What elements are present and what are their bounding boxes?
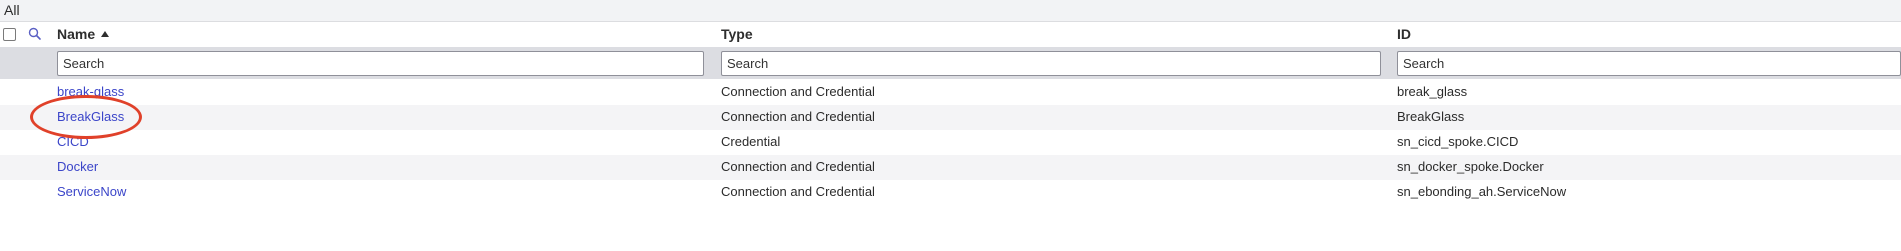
row-type: Connection and Credential bbox=[721, 184, 875, 199]
table-row: ServiceNow Connection and Credential sn_… bbox=[0, 180, 1901, 205]
name-search-input[interactable] bbox=[57, 51, 704, 76]
row-id: break_glass bbox=[1397, 84, 1468, 99]
id-search-input[interactable] bbox=[1397, 51, 1901, 76]
column-filter-row bbox=[0, 47, 1901, 79]
type-search-input[interactable] bbox=[721, 51, 1381, 76]
row-name-link[interactable]: Docker bbox=[57, 159, 98, 174]
row-name-link[interactable]: BreakGlass bbox=[57, 109, 124, 124]
breadcrumb-all[interactable]: All bbox=[4, 2, 20, 18]
row-id: sn_cicd_spoke.CICD bbox=[1397, 134, 1519, 149]
table-row: CICD Credential sn_cicd_spoke.CICD bbox=[0, 130, 1901, 155]
row-type: Connection and Credential bbox=[721, 109, 875, 124]
row-name-link[interactable]: break-glass bbox=[57, 84, 124, 99]
column-header-row: Name Type ID bbox=[0, 22, 1901, 47]
row-type: Credential bbox=[721, 134, 781, 149]
breadcrumb: All bbox=[0, 0, 1901, 22]
sort-ascending-icon bbox=[101, 31, 110, 37]
row-name-link[interactable]: CICD bbox=[57, 134, 89, 149]
row-id: sn_ebonding_ah.ServiceNow bbox=[1397, 184, 1567, 199]
column-header-name[interactable]: Name bbox=[57, 26, 110, 42]
column-header-name-label: Name bbox=[57, 26, 96, 42]
row-id: sn_docker_spoke.Docker bbox=[1397, 159, 1544, 174]
column-header-id[interactable]: ID bbox=[1397, 26, 1411, 42]
row-id: BreakGlass bbox=[1397, 109, 1465, 124]
row-name-link[interactable]: ServiceNow bbox=[57, 184, 126, 199]
table-row: BreakGlass Connection and Credential Bre… bbox=[0, 105, 1901, 130]
row-type: Connection and Credential bbox=[721, 159, 875, 174]
row-type: Connection and Credential bbox=[721, 84, 875, 99]
column-header-type[interactable]: Type bbox=[721, 26, 753, 42]
table-row: break-glass Connection and Credential br… bbox=[0, 80, 1901, 105]
select-all-checkbox[interactable] bbox=[3, 28, 16, 41]
search-icon[interactable] bbox=[27, 26, 43, 42]
table-row: Docker Connection and Credential sn_dock… bbox=[0, 155, 1901, 180]
